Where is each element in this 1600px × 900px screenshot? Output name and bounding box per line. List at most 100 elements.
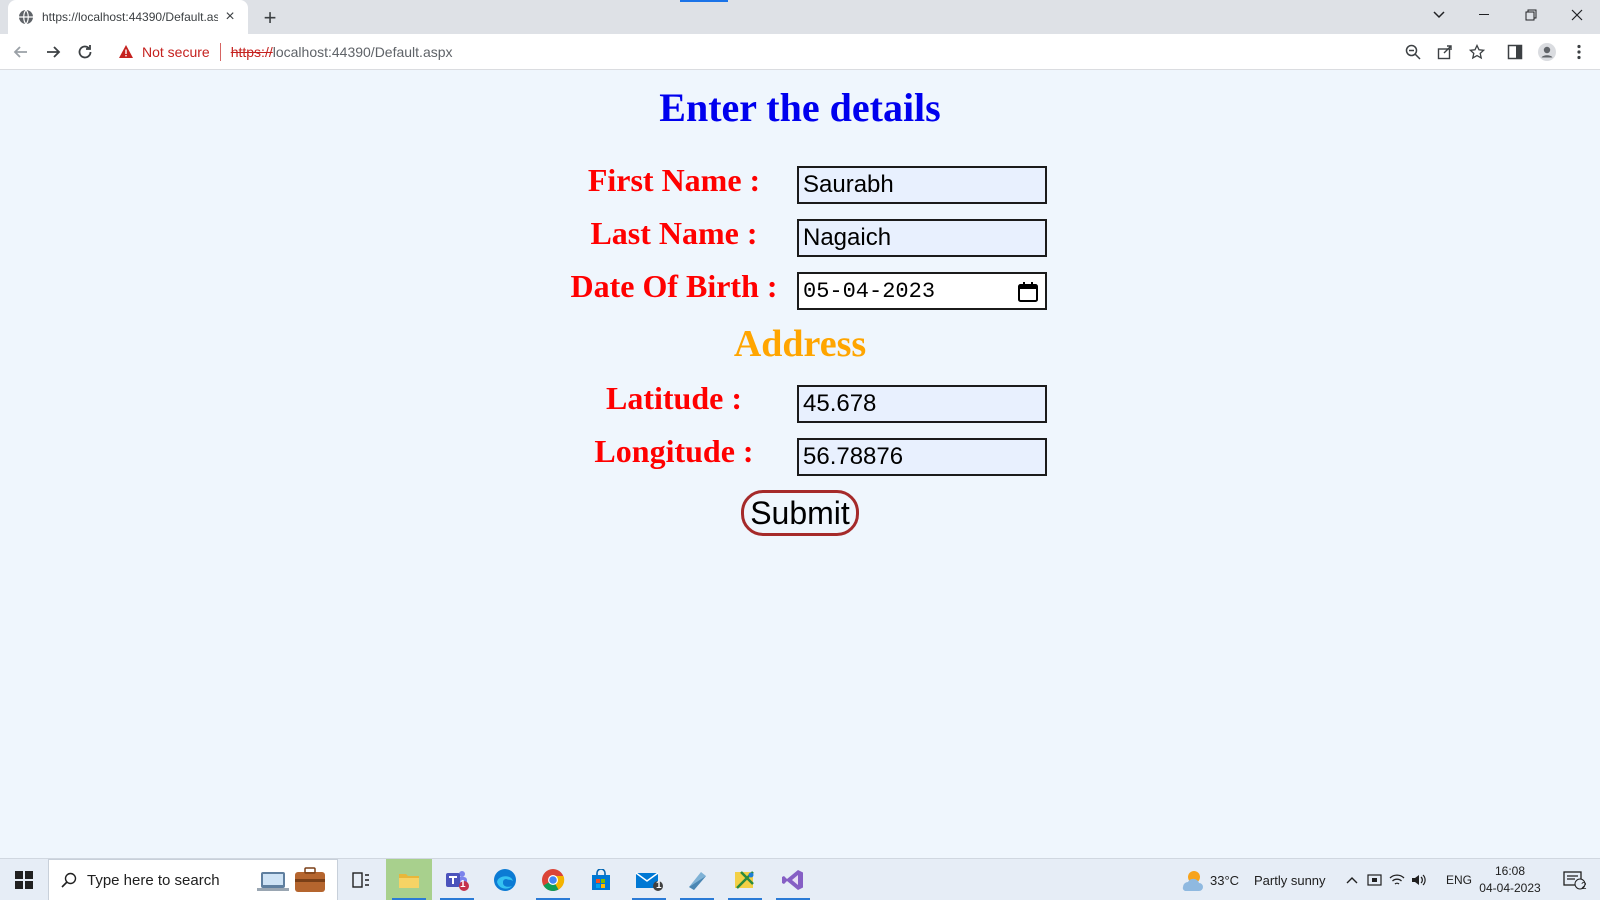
browser-tab[interactable]: https://localhost:44390/Default.aspx × [8, 0, 248, 34]
close-icon [1571, 9, 1583, 21]
weather-button[interactable] [1178, 859, 1208, 900]
zoom-button[interactable] [1402, 41, 1424, 63]
app-button[interactable] [674, 859, 720, 900]
latitude-input[interactable]: 45.678 [797, 385, 1047, 423]
edge-button[interactable] [482, 859, 528, 900]
battery-button[interactable] [1364, 859, 1386, 900]
new-tab-button[interactable]: + [258, 5, 282, 30]
forward-button[interactable] [40, 39, 66, 65]
browser-tabstrip: https://localhost:44390/Default.aspx × + [0, 0, 1600, 34]
show-hidden-icons-button[interactable] [1340, 859, 1364, 900]
task-view-button[interactable] [338, 859, 384, 900]
browser-toolbar: Not secure https:// localhost:44390/Defa… [0, 34, 1600, 70]
not-secure-label[interactable]: Not secure [142, 44, 210, 60]
warning-icon [119, 45, 133, 58]
mail-badge: 1 [656, 880, 662, 891]
app-icon [689, 872, 706, 890]
avatar-icon [1538, 43, 1556, 61]
notification-badge: 2 [1581, 881, 1587, 892]
submit-button[interactable]: Submit [741, 490, 859, 536]
first-name-label: First Name : [587, 162, 761, 198]
page-content: Enter the details First Name : Saurabh L… [0, 70, 1600, 858]
store-icon [592, 869, 610, 890]
speaker-icon [1412, 874, 1426, 886]
minimize-icon [1479, 14, 1489, 15]
teams-icon [446, 871, 469, 891]
taskbar-search[interactable]: Type here to search [48, 859, 338, 900]
url-text: localhost:44390/Default.aspx [272, 44, 453, 60]
share-button[interactable] [1434, 41, 1456, 63]
arrow-right-icon [47, 46, 61, 58]
store-button[interactable] [578, 859, 624, 900]
address-bar[interactable]: Not secure https:// localhost:44390/Defa… [108, 37, 1414, 67]
url-scheme: https:// [230, 44, 273, 60]
weather-temperature: 33°C [1210, 872, 1240, 888]
last-name-label: Last Name : [590, 215, 758, 251]
visual-studio-icon [782, 870, 803, 890]
snipping-tool-button[interactable] [722, 859, 768, 900]
zoom-icon [1405, 44, 1421, 60]
longitude-label: Longitude : [594, 433, 754, 469]
profile-button[interactable] [1536, 41, 1558, 63]
kebab-menu-icon [1577, 44, 1581, 60]
wifi-icon [1389, 874, 1405, 885]
page-title: Enter the details [659, 85, 941, 130]
minimize-button[interactable] [1462, 0, 1508, 30]
tab-title: https://localhost:44390/Default.aspx [42, 10, 218, 24]
snipping-tool-icon [735, 871, 754, 889]
restore-button[interactable] [1508, 0, 1554, 30]
clock[interactable]: 16:08 04-04-2023 [1478, 863, 1542, 897]
last-name-input[interactable]: Nagaich [797, 219, 1047, 257]
edge-icon [494, 869, 516, 891]
menu-button[interactable] [1568, 41, 1590, 63]
tab-search-button[interactable] [1416, 0, 1462, 30]
back-button[interactable] [8, 39, 34, 65]
arrow-left-icon [13, 46, 27, 58]
loading-indicator [680, 0, 728, 2]
folder-icon [399, 874, 419, 888]
first-name-input[interactable]: Saurabh [797, 166, 1047, 204]
chrome-icon [542, 869, 565, 891]
close-tab-icon[interactable]: × [222, 8, 238, 25]
date-of-birth-input[interactable]: 05-04-2023 [797, 272, 1047, 310]
file-explorer-button[interactable] [386, 859, 432, 900]
calendar-icon[interactable] [1017, 281, 1039, 303]
weather-icon [1182, 871, 1203, 891]
chrome-button[interactable] [530, 859, 576, 900]
taskbar: Type here to search 1 1 33°C Partly sunn… [0, 858, 1600, 900]
clock-time: 16:08 [1494, 864, 1526, 878]
latitude-label: Latitude : [606, 380, 742, 416]
network-button[interactable] [1386, 859, 1408, 900]
address-heading: Address [733, 323, 867, 365]
share-icon [1437, 45, 1452, 60]
teams-badge: 1 [460, 879, 466, 890]
close-window-button[interactable] [1554, 0, 1600, 30]
globe-icon [19, 9, 33, 25]
star-icon [1469, 44, 1485, 60]
notification-center-button[interactable]: 2 [1554, 859, 1594, 900]
reload-icon [78, 45, 92, 59]
search-highlight-icon [257, 867, 325, 892]
restore-icon [1525, 9, 1537, 21]
start-button[interactable] [0, 859, 48, 900]
mail-button[interactable]: 1 [626, 859, 672, 900]
battery-icon [1367, 874, 1382, 886]
chevron-up-icon [1346, 877, 1358, 884]
bookmark-button[interactable] [1466, 41, 1488, 63]
volume-button[interactable] [1408, 859, 1430, 900]
divider [219, 43, 221, 61]
reload-button[interactable] [72, 39, 98, 65]
teams-button[interactable]: 1 [434, 859, 480, 900]
chevron-down-icon [1433, 11, 1445, 19]
date-of-birth-value: 05-04-2023 [803, 278, 936, 304]
search-icon [61, 872, 77, 888]
weather-description: Partly sunny [1254, 872, 1326, 888]
longitude-input[interactable]: 56.78876 [797, 438, 1047, 476]
language-indicator[interactable]: ENG [1446, 859, 1472, 900]
windows-logo-icon [15, 871, 33, 889]
task-view-icon [352, 872, 369, 888]
visual-studio-button[interactable] [770, 859, 816, 900]
side-panel-icon [1507, 44, 1523, 60]
side-panel-button[interactable] [1504, 41, 1526, 63]
search-placeholder: Type here to search [87, 871, 220, 889]
